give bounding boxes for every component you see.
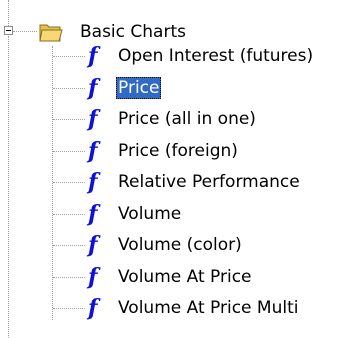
tree-item-connector [53,56,85,57]
tree-line-folder [13,31,37,32]
tree-item[interactable]: f Volume At Price Multi [0,292,348,324]
function-icon: f [88,138,98,164]
tree-item-label[interactable]: Price (all in one) [116,108,258,130]
function-icon: f [88,264,98,290]
tree-item[interactable]: f Price [0,72,348,104]
function-icon: f [88,106,98,132]
function-icon: f [88,232,98,258]
function-icon: f [88,295,98,321]
tree-item-connector [53,308,85,309]
tree-item[interactable]: f Volume [0,198,348,230]
tree-item-connector [53,151,85,152]
chart-tree: Basic Charts f Open Interest (futures) f Pr… [0,0,348,338]
tree-item-label[interactable]: Price [116,77,162,99]
tree-item-label[interactable]: Volume [116,203,183,225]
tree-item[interactable]: f Price (foreign) [0,135,348,167]
tree-item-label[interactable]: Open Interest (futures) [116,45,315,67]
tree-item-connector [53,245,85,246]
tree-item-connector [53,88,85,89]
tree-line-top [8,0,9,26]
function-icon: f [88,201,98,227]
function-icon: f [88,75,98,101]
tree-item-label[interactable]: Volume (color) [116,234,244,256]
tree-item-connector [53,277,85,278]
tree-item[interactable]: f Volume (color) [0,229,348,261]
function-icon: f [88,169,98,195]
tree-item[interactable]: f Open Interest (futures) [0,40,348,72]
tree-item[interactable]: f Volume At Price [0,261,348,293]
tree-item-connector [53,182,85,183]
tree-item[interactable]: f Relative Performance [0,166,348,198]
tree-item-connector [53,119,85,120]
collapse-toggle[interactable] [4,26,13,35]
tree-item-label[interactable]: Volume At Price Multi [116,297,300,319]
tree-item-label[interactable]: Relative Performance [116,171,302,193]
tree-item-connector [53,214,85,215]
tree-item[interactable]: f Price (all in one) [0,103,348,135]
tree-item-label[interactable]: Price (foreign) [116,140,240,162]
function-icon: f [88,43,98,69]
tree-item-label[interactable]: Volume At Price [116,266,254,288]
